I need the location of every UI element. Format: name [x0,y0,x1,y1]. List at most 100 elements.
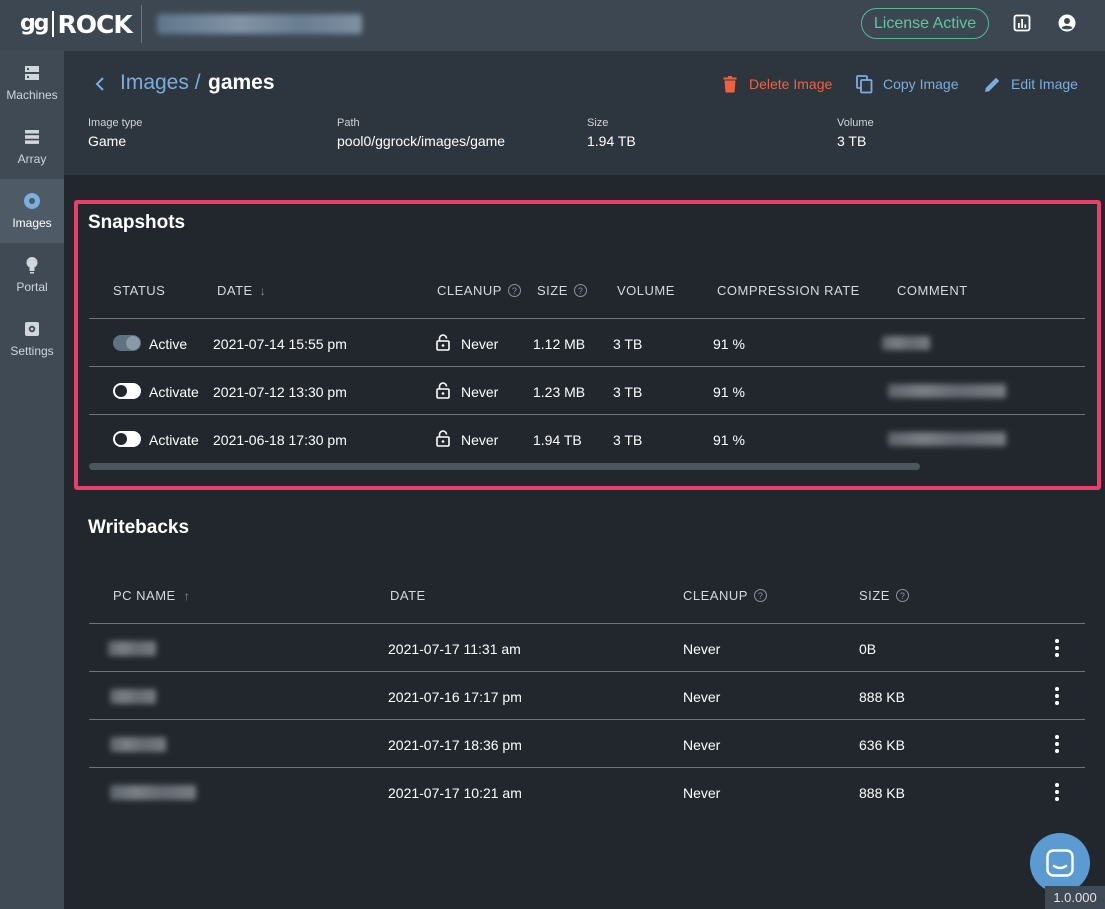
sidebar-item-array[interactable]: Array [0,115,64,179]
help-icon[interactable]: ? [895,589,909,602]
meta-value-path: pool0/ggrock/images/game [337,133,506,149]
table-divider [89,318,1085,319]
row-menu-icon[interactable] [1055,735,1059,753]
topbar-divider [141,5,142,43]
snapshots-title: Snapshots [88,212,186,233]
sidebar-item-label: Portal [16,280,48,294]
col-size: SIZE ? [859,588,909,603]
meta-label-image-type: Image type [88,117,143,129]
snapshot-status: Activate [149,432,199,448]
copy-image-label: Copy Image [883,76,959,92]
snapshot-compression: 91 % [713,336,745,352]
server-icon [23,64,41,82]
writeback-cleanup: Never [683,785,721,801]
snapshot-comment-redacted [882,336,930,350]
row-menu-icon[interactable] [1055,687,1059,705]
edit-image-button[interactable]: Edit Image [983,73,1078,95]
license-status-badge[interactable]: License Active [861,8,989,39]
help-icon[interactable]: ? [573,284,587,297]
col-date-sortable[interactable]: DATE ↓ [217,283,266,298]
sidebar-item-images[interactable]: Images [0,179,64,243]
col-pc-name-sortable[interactable]: PC NAME ↑ [113,588,190,603]
snapshot-activate-toggle[interactable] [113,431,141,447]
sort-down-arrow-icon: ↓ [259,283,267,298]
delete-image-label: Delete Image [749,76,833,92]
logo-separator [51,11,54,37]
col-volume: VOLUME [617,283,675,298]
snapshot-cleanup: Never [461,384,499,400]
help-icon[interactable]: ? [507,284,521,297]
snapshot-compression: 91 % [713,384,745,400]
snapshot-cleanup: Never [461,432,499,448]
copy-image-button[interactable]: Copy Image [855,73,958,95]
gear-icon [23,320,41,338]
col-size-label: SIZE [537,283,568,298]
col-compression-rate: COMPRESSION RATE [717,283,860,298]
help-icon[interactable]: ? [753,589,767,602]
col-size-label: SIZE [859,588,890,603]
snapshot-comment-redacted [888,384,1006,398]
lock-icon[interactable] [436,334,450,351]
writeback-cleanup: Never [683,689,721,705]
stats-icon[interactable] [1011,12,1033,34]
snapshot-volume: 3 TB [613,432,643,448]
pc-name-redacted [110,785,196,800]
ggrock-logo[interactable]: gg ROCK [20,9,133,39]
snapshot-size: 1.12 MB [533,336,586,352]
logo-gg: gg [20,11,49,36]
row-menu-icon[interactable] [1055,783,1059,801]
col-cleanup: CLEANUP ? [437,283,521,298]
row-menu-icon[interactable] [1055,639,1059,657]
top-bar: gg ROCK License Active [0,0,1105,51]
delete-image-button[interactable]: Delete Image [721,73,832,95]
sidebar-item-portal[interactable]: Portal [0,243,64,307]
horizontal-scrollbar[interactable] [89,463,920,470]
snapshot-active-toggle[interactable] [113,335,141,351]
writeback-size: 888 KB [859,689,905,705]
col-cleanup-label: CLEANUP [683,588,748,603]
snapshot-volume: 3 TB [613,336,643,352]
meta-label-size: Size [587,117,609,129]
snapshot-volume: 3 TB [613,384,643,400]
account-icon[interactable] [1056,12,1078,34]
back-chevron-icon[interactable] [92,74,108,94]
col-status: STATUS [113,283,166,298]
col-date-label: DATE [217,283,253,298]
meta-value-size: 1.94 TB [587,133,636,149]
copy-icon [855,74,873,94]
writeback-date: 2021-07-17 10:21 am [388,785,522,801]
snapshot-compression: 91 % [713,432,745,448]
bulb-icon [23,256,41,274]
snapshot-activate-toggle[interactable] [113,383,141,399]
chat-icon [1046,849,1074,877]
sidebar: Machines Array Images Portal Settings [0,51,64,909]
sidebar-item-machines[interactable]: Machines [0,51,64,115]
col-cleanup-label: CLEANUP [437,283,502,298]
writeback-cleanup: Never [683,737,721,753]
sidebar-item-label: Images [12,216,52,230]
writeback-date: 2021-07-17 18:36 pm [388,737,522,753]
col-comment: COMMENT [897,283,968,298]
writeback-size: 888 KB [859,785,905,801]
pc-name-redacted [110,737,166,752]
col-date: DATE [390,588,426,603]
breadcrumb-images-link[interactable]: Images / [120,71,201,95]
writeback-size: 0B [859,641,877,657]
disc-icon [23,192,41,210]
lock-icon[interactable] [436,430,450,447]
sidebar-item-label: Settings [10,344,54,358]
meta-value-image-type: Game [88,133,127,149]
snapshot-cleanup: Never [461,336,499,352]
image-header [64,51,1105,175]
sidebar-item-settings[interactable]: Settings [0,307,64,371]
row-divider [89,671,1085,672]
snapshot-status: Active [149,336,188,352]
sidebar-item-label: Machines [6,88,58,102]
writeback-size: 636 KB [859,737,905,753]
lock-icon[interactable] [436,382,450,399]
row-divider [89,767,1085,768]
chat-launcher-button[interactable] [1030,833,1090,893]
pc-name-redacted [108,641,156,656]
row-divider [89,366,1085,367]
snapshot-date: 2021-07-12 13:30 pm [213,384,347,400]
